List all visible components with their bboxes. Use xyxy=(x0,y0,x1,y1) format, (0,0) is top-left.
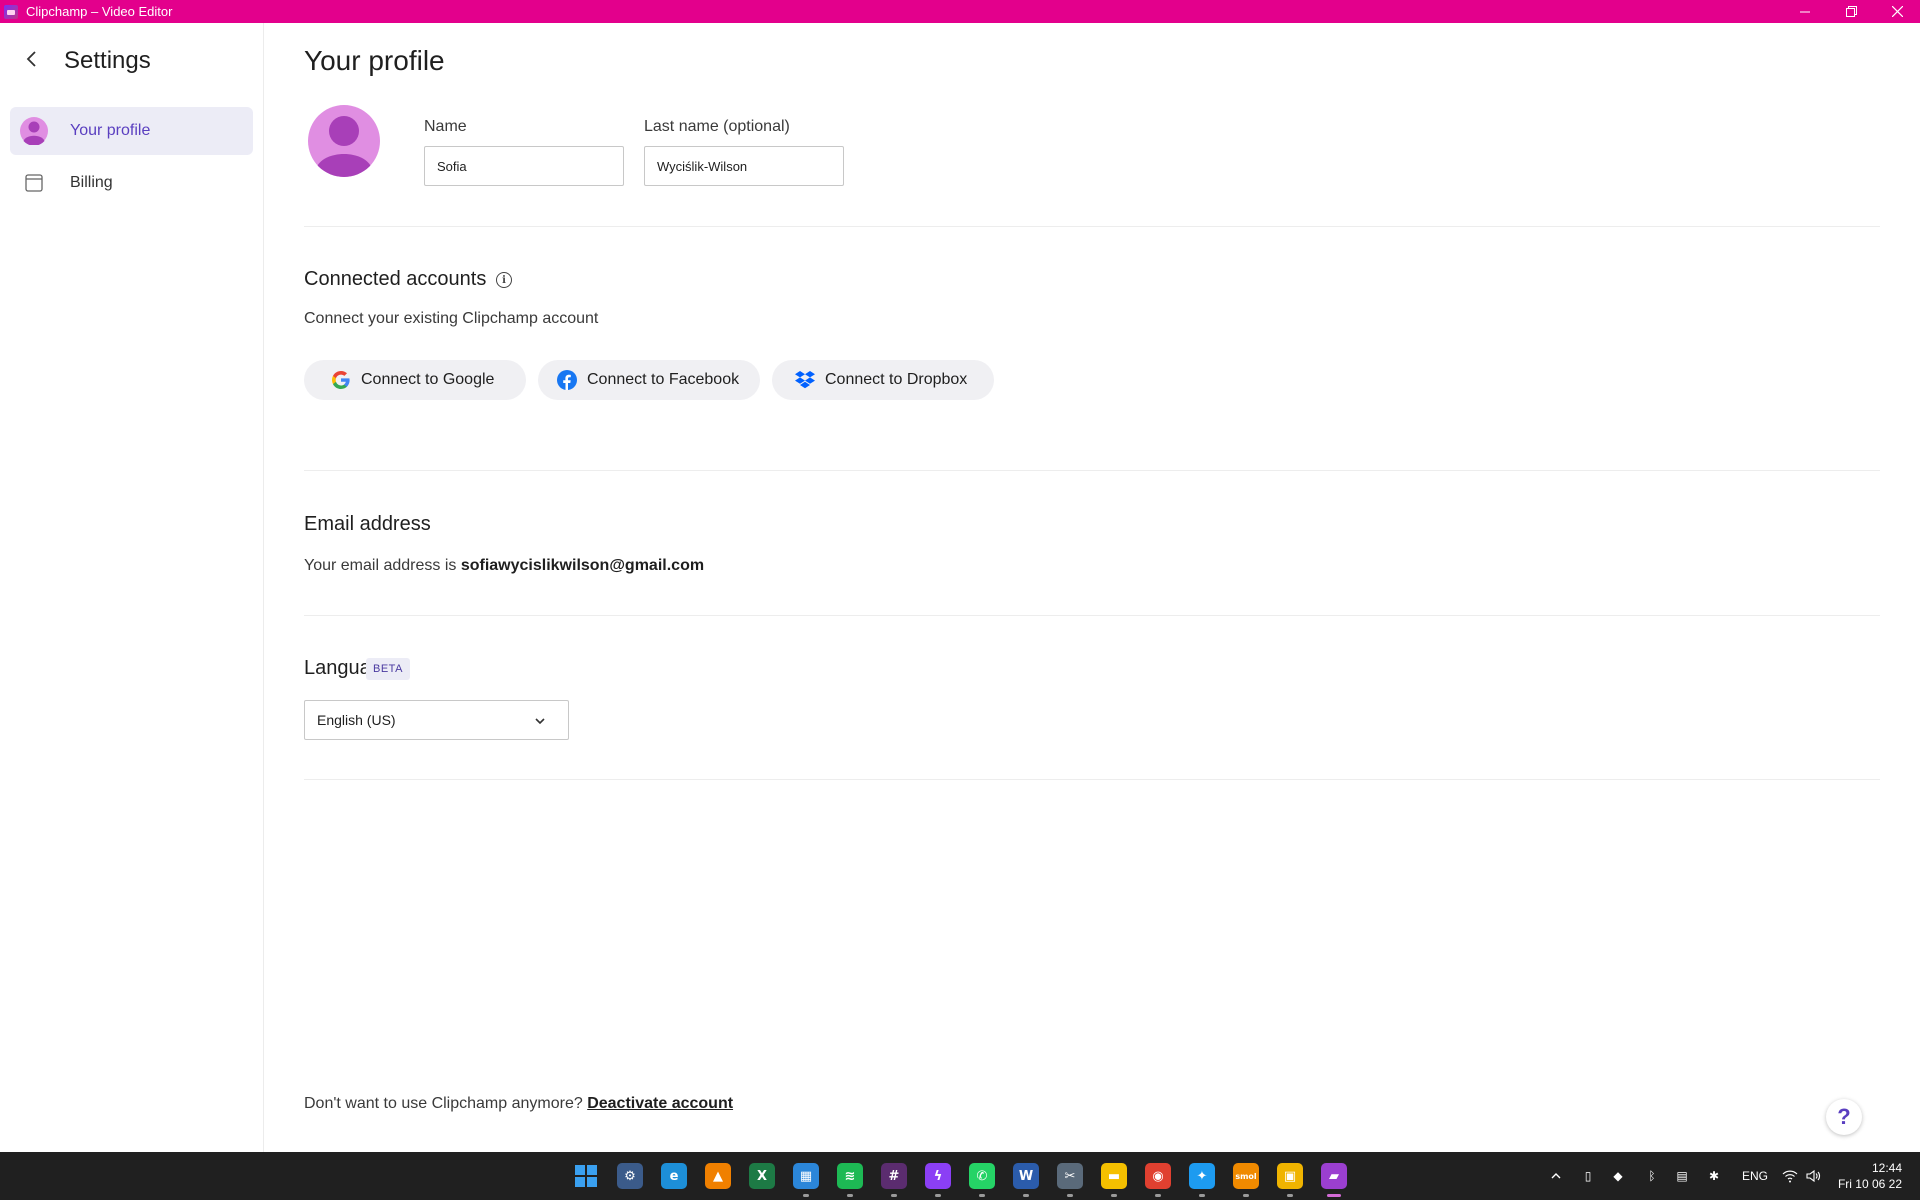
connected-accounts-title: Connected accounts xyxy=(304,268,487,290)
slack-tray-icon[interactable]: ✱ xyxy=(1706,1168,1722,1184)
name-label: Name xyxy=(424,118,467,135)
messenger-icon[interactable]: ϟ xyxy=(925,1163,951,1189)
vlc-icon[interactable]: ▲ xyxy=(705,1163,731,1189)
sidebar-item-your-profile[interactable]: Your profile xyxy=(10,107,253,155)
help-button[interactable]: ? xyxy=(1826,1099,1862,1135)
language-select[interactable]: English (US) xyxy=(304,700,569,740)
running-indicator xyxy=(935,1194,941,1197)
volume-icon[interactable] xyxy=(1806,1168,1822,1184)
usb-icon[interactable]: ▯ xyxy=(1580,1168,1596,1184)
smol-icon[interactable]: smol xyxy=(1233,1163,1259,1189)
running-indicator xyxy=(1111,1194,1117,1197)
deactivate-account-link[interactable]: Deactivate account xyxy=(587,1095,733,1112)
beta-badge: BETA xyxy=(366,658,410,680)
google-icon xyxy=(330,369,352,391)
email-line: Your email address is sofiawycislikwilso… xyxy=(304,557,704,575)
deactivate-prompt: Don't want to use Clipchamp anymore? Dea… xyxy=(304,1095,733,1113)
connect-google-button[interactable]: Connect to Google xyxy=(304,360,526,400)
taskbar: ⚙ e ▲ X ▦ ≋ # ϟ ✆ W ✂ ▬ ◉ ✦ smol ▣ ▰ ▯ ◆ ᛒ ▤ ✱ ENG 12:44… xyxy=(0,1152,1920,1200)
divider xyxy=(304,226,1880,227)
divider xyxy=(304,779,1880,780)
back-arrow-icon[interactable] xyxy=(22,49,42,69)
connect-dropbox-label: Connect to Dropbox xyxy=(825,371,968,388)
storage-icon[interactable]: ▤ xyxy=(1674,1168,1690,1184)
language-indicator[interactable]: ENG xyxy=(1742,1152,1768,1200)
window-title: Clipchamp – Video Editor xyxy=(26,4,173,19)
app-icon[interactable]: ▦ xyxy=(793,1163,819,1189)
email-prefix: Your email address is xyxy=(304,557,457,574)
running-indicator xyxy=(1067,1194,1073,1197)
billing-icon xyxy=(20,169,48,197)
store-icon[interactable]: ▣ xyxy=(1277,1163,1303,1189)
chevron-up-icon[interactable] xyxy=(1548,1168,1564,1184)
clock-time: 12:44 xyxy=(1871,1161,1902,1175)
wifi-icon[interactable] xyxy=(1782,1168,1798,1184)
chevron-down-icon xyxy=(534,714,546,726)
settings-heading: Settings xyxy=(64,47,151,74)
last-name-field[interactable] xyxy=(644,146,844,186)
twitter-icon[interactable]: ✦ xyxy=(1189,1163,1215,1189)
bluetooth-icon[interactable]: ᛒ xyxy=(1644,1168,1660,1184)
connect-facebook-button[interactable]: Connect to Facebook xyxy=(538,360,760,400)
connect-google-label: Connect to Google xyxy=(361,371,495,388)
whatsapp-icon[interactable]: ✆ xyxy=(969,1163,995,1189)
title-bar: Clipchamp – Video Editor xyxy=(0,0,1920,23)
running-indicator xyxy=(803,1194,809,1197)
info-icon[interactable]: i xyxy=(496,272,512,288)
language-selected-value: English (US) xyxy=(317,712,396,728)
minimize-icon[interactable] xyxy=(1782,0,1828,23)
window-controls xyxy=(1782,0,1920,23)
explorer-icon[interactable]: ▬ xyxy=(1101,1163,1127,1189)
sidebar-item-label: Your profile xyxy=(70,122,151,139)
page-title: Your profile xyxy=(304,45,445,76)
clipchamp-app-icon xyxy=(4,4,18,19)
settings-icon[interactable]: ⚙ xyxy=(617,1163,643,1189)
settings-sidebar: Settings Your profile Billing xyxy=(0,23,264,1152)
running-indicator xyxy=(1023,1194,1029,1197)
profile-icon xyxy=(20,117,48,145)
clock-date: Fri 10 06 22 xyxy=(1837,1177,1902,1191)
running-indicator xyxy=(1155,1194,1161,1197)
divider xyxy=(304,470,1880,471)
sidebar-item-label: Billing xyxy=(70,174,113,191)
facebook-icon xyxy=(556,369,578,391)
spotify-icon[interactable]: ≋ xyxy=(837,1163,863,1189)
last-name-label: Last name (optional) xyxy=(644,118,790,135)
sidebar-item-billing[interactable]: Billing xyxy=(10,159,253,207)
connect-dropbox-button[interactable]: Connect to Dropbox xyxy=(772,360,994,400)
edge-icon[interactable]: e xyxy=(661,1163,687,1189)
close-icon[interactable] xyxy=(1874,0,1920,23)
deactivate-question: Don't want to use Clipchamp anymore? xyxy=(304,1095,583,1112)
running-indicator xyxy=(847,1194,853,1197)
email-title: Email address xyxy=(304,513,431,535)
connected-accounts-description: Connect your existing Clipchamp account xyxy=(304,310,599,327)
connect-facebook-label: Connect to Facebook xyxy=(587,371,740,388)
running-indicator xyxy=(1287,1194,1293,1197)
snip-icon[interactable]: ✂ xyxy=(1057,1163,1083,1189)
clock[interactable]: 12:44 Fri 10 06 22 xyxy=(1838,1160,1902,1192)
running-indicator xyxy=(1327,1194,1341,1197)
dropbox-icon xyxy=(794,369,816,391)
name-field[interactable] xyxy=(424,146,624,186)
running-indicator xyxy=(1199,1194,1205,1197)
profile-settings-panel: Your profile Name Last name (optional) C… xyxy=(304,23,1880,1152)
slack-icon[interactable]: # xyxy=(881,1163,907,1189)
word-icon[interactable]: W xyxy=(1013,1163,1039,1189)
clipchamp-icon[interactable]: ▰ xyxy=(1321,1163,1347,1189)
divider xyxy=(304,615,1880,616)
running-indicator xyxy=(891,1194,897,1197)
start-icon[interactable] xyxy=(573,1163,599,1189)
security-icon[interactable]: ◆ xyxy=(1610,1168,1626,1184)
excel-icon[interactable]: X xyxy=(749,1163,775,1189)
avatar[interactable] xyxy=(308,105,380,177)
running-indicator xyxy=(979,1194,985,1197)
email-address: sofiawycislikwilson@gmail.com xyxy=(460,557,705,574)
restore-icon[interactable] xyxy=(1828,0,1874,23)
chrome-icon[interactable]: ◉ xyxy=(1145,1163,1171,1189)
running-indicator xyxy=(1243,1194,1249,1197)
